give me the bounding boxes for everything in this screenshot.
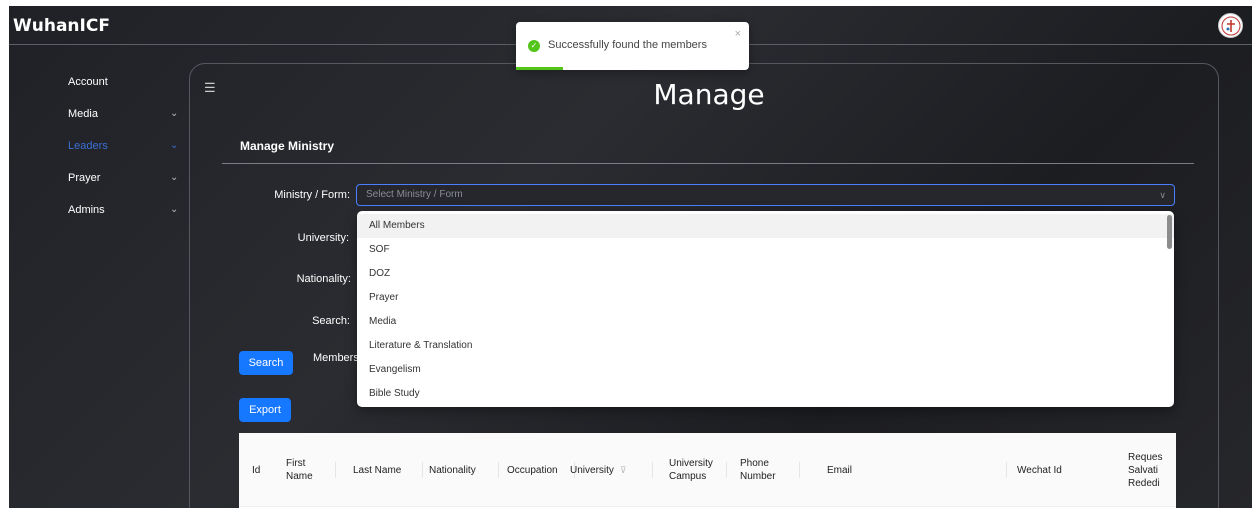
dropdown-option[interactable]: Literature & Translation (357, 334, 1174, 358)
ministry-dropdown: All Members SOF DOZ Prayer Media Literat… (357, 211, 1174, 407)
ministry-select[interactable]: Select Ministry / Form ∨ (356, 184, 1175, 206)
dropdown-option[interactable]: DOZ (357, 262, 1174, 286)
chevron-down-icon: ⌄ (170, 204, 179, 215)
chevron-down-icon: ⌄ (170, 172, 179, 183)
sidebar-item-leaders[interactable]: Leaders ⌄ (9, 130, 189, 162)
chevron-down-icon: ⌄ (170, 140, 179, 151)
column-header-request[interactable]: Reques Salvati Rededi (1128, 433, 1176, 507)
members-table: Id First Name Last Name Nationality Occu… (239, 433, 1176, 508)
table-header: Id First Name Last Name Nationality Occu… (239, 433, 1176, 507)
chevron-down-icon: ∨ (1159, 190, 1166, 200)
close-icon[interactable]: × (735, 28, 741, 40)
column-header-university[interactable]: University ⊽ (570, 433, 653, 507)
toast-message: Successfully found the members (548, 39, 707, 51)
column-header-phone-number[interactable]: Phone Number (740, 433, 800, 507)
ministry-label: Ministry / Form: (274, 189, 350, 201)
user-avatar-icon (1221, 16, 1240, 35)
sidebar-item-label: Account (68, 76, 108, 88)
search-button[interactable]: Search (239, 351, 293, 375)
success-toast: ✓ Successfully found the members × (516, 22, 749, 70)
university-label: University: (297, 232, 349, 244)
members-label: Members (313, 352, 359, 364)
sidebar-item-prayer[interactable]: Prayer ⌄ (9, 162, 189, 194)
sidebar-item-media[interactable]: Media ⌄ (9, 98, 189, 130)
filter-icon[interactable]: ⊽ (620, 464, 627, 477)
brand-logo: WuhanICF (13, 16, 110, 36)
sidebar-item-account[interactable]: Account (9, 66, 189, 98)
page-title: Manage (653, 78, 765, 111)
column-header-wechat-id[interactable]: Wechat Id (1017, 433, 1117, 507)
ministry-select-placeholder: Select Ministry / Form (366, 189, 463, 200)
dropdown-option[interactable]: Media (357, 310, 1174, 334)
avatar[interactable] (1218, 13, 1243, 38)
sidebar-item-label: Leaders (68, 140, 108, 152)
column-header-university-campus[interactable]: University Campus (669, 433, 727, 507)
column-header-nationality[interactable]: Nationality (429, 433, 499, 507)
column-header-last-name[interactable]: Last Name (353, 433, 423, 507)
column-header-occupation[interactable]: Occupation (507, 433, 575, 507)
app-window: WuhanICF Account Media ⌄ Leaders ⌄ Praye… (9, 6, 1252, 508)
chevron-down-icon: ⌄ (170, 108, 179, 119)
toast-progress-bar (516, 67, 563, 70)
search-label: Search: (312, 315, 350, 327)
sidebar-item-label: Admins (68, 204, 105, 216)
section-title: Manage Ministry (240, 139, 335, 153)
column-header-email[interactable]: Email (827, 433, 1007, 507)
dropdown-option[interactable]: Evangelism (357, 358, 1174, 382)
sidebar-item-label: Media (68, 108, 98, 120)
dropdown-option[interactable]: Bible Study (357, 382, 1174, 406)
check-circle-icon: ✓ (528, 40, 540, 52)
dropdown-option[interactable]: SOF (357, 238, 1174, 262)
dropdown-scrollbar[interactable] (1167, 215, 1172, 249)
dropdown-option[interactable]: Prayer (357, 286, 1174, 310)
menu-toggle-icon[interactable]: ☰ (204, 80, 216, 96)
sidebar-item-admins[interactable]: Admins ⌄ (9, 194, 189, 226)
sidebar: Account Media ⌄ Leaders ⌄ Prayer ⌄ Admin… (9, 66, 189, 226)
column-header-first-name[interactable]: First Name (286, 433, 336, 507)
column-header-id[interactable]: Id (252, 433, 282, 507)
dropdown-option[interactable]: All Members (357, 214, 1174, 238)
section-divider (222, 163, 1194, 164)
sidebar-item-label: Prayer (68, 172, 101, 184)
nationality-label: Nationality: (296, 273, 351, 285)
export-button[interactable]: Export (239, 398, 291, 422)
